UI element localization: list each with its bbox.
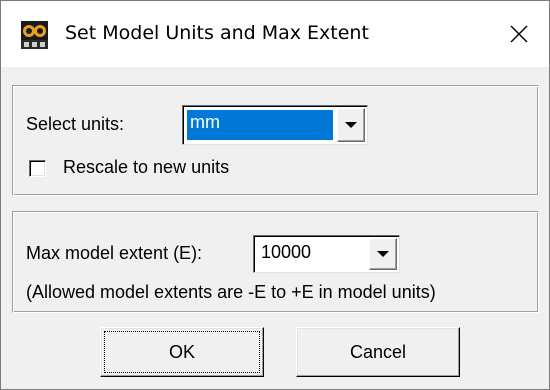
ok-button[interactable]: OK xyxy=(100,327,264,377)
max-extent-value: 10000 xyxy=(261,242,312,262)
select-units-label: Select units: xyxy=(26,114,125,134)
edt-logo-icon xyxy=(21,21,48,49)
units-select-value: mm xyxy=(187,110,333,140)
ok-button-label: OK xyxy=(168,341,195,362)
close-icon xyxy=(510,25,528,43)
dialog-window: Set Model Units and Max Extent Select un… xyxy=(0,0,550,390)
max-extent-label: Max model extent (E): xyxy=(26,243,203,263)
chevron-down-icon xyxy=(377,251,389,257)
cancel-button-label: Cancel xyxy=(349,341,407,362)
rescale-label[interactable]: Rescale to new units xyxy=(63,157,229,178)
chevron-down-icon xyxy=(345,122,357,128)
dialog-title: Set Model Units and Max Extent xyxy=(65,22,369,44)
max-extent-select[interactable]: 10000 xyxy=(253,235,400,273)
extent-note: (Allowed model extents are -E to +E in m… xyxy=(26,282,436,302)
cancel-button[interactable]: Cancel xyxy=(296,327,460,377)
close-button[interactable] xyxy=(489,1,549,67)
units-dropdown-button[interactable] xyxy=(337,108,365,142)
extent-dropdown-button[interactable] xyxy=(369,238,397,270)
title-bar[interactable]: Set Model Units and Max Extent xyxy=(1,1,549,67)
rescale-checkbox[interactable] xyxy=(29,160,46,177)
units-select[interactable]: mm xyxy=(182,105,368,145)
